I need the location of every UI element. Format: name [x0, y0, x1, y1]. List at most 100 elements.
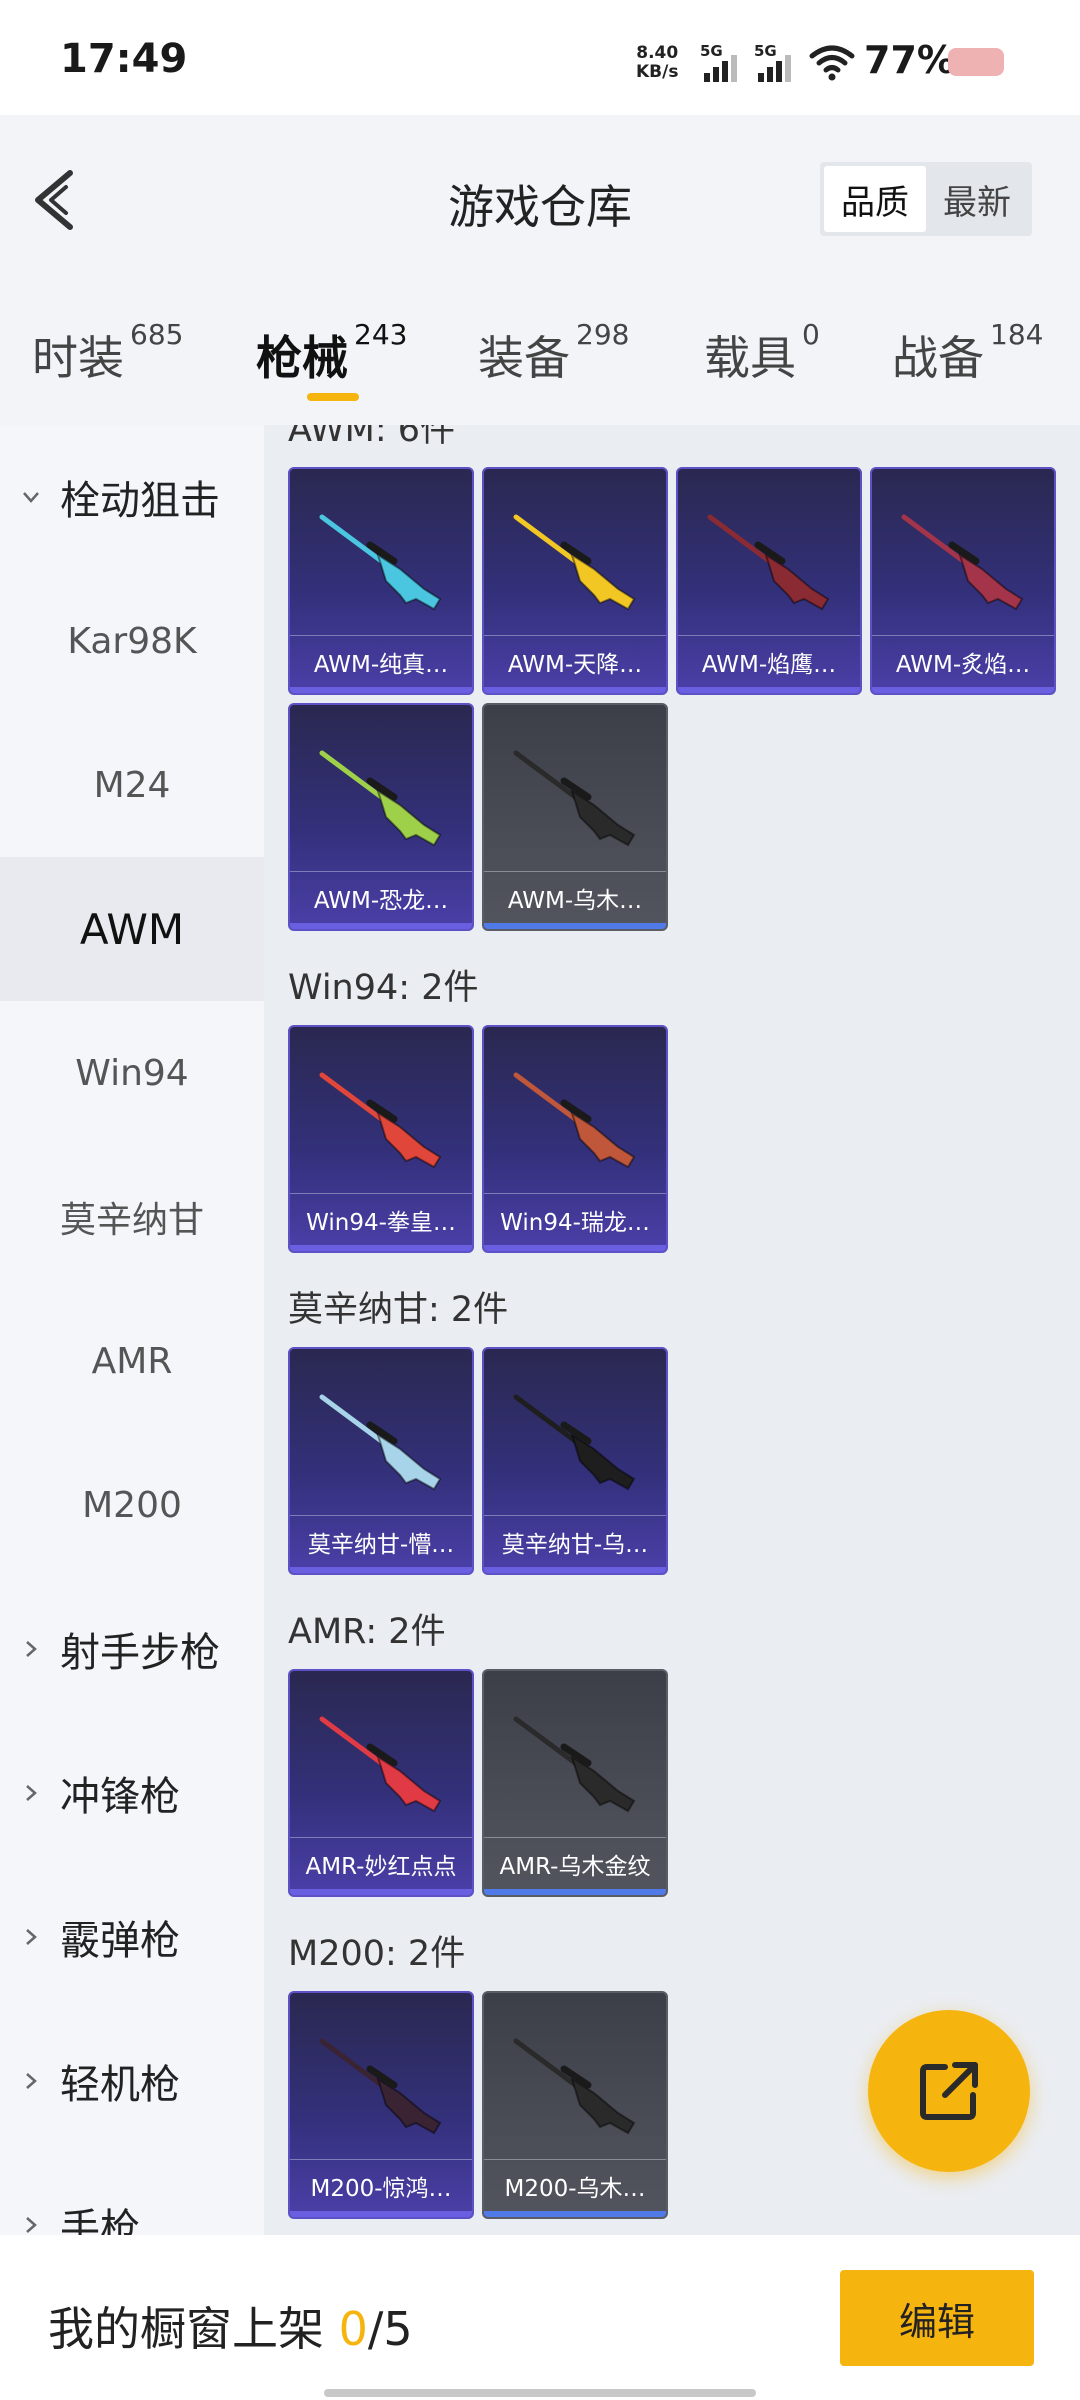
quality-bar: [484, 1889, 666, 1895]
battery-percent: 77%: [864, 38, 955, 82]
rifle-icon: [513, 2038, 636, 2135]
rifle-icon: [319, 1394, 442, 1491]
tab-guns[interactable]: 枪械 243: [256, 318, 407, 388]
battery-icon: [948, 48, 1004, 76]
item-name: AMR-妙红点点: [290, 1837, 472, 1889]
rifle-icon: [707, 514, 830, 611]
rifle-icon: [513, 1072, 636, 1169]
sidebar-category-dmr[interactable]: 射手步枪: [0, 1577, 264, 1721]
sidebar-item-m24[interactable]: M24: [0, 713, 264, 857]
quality-bar: [484, 687, 666, 693]
sidebar-category-pistol[interactable]: 手枪: [0, 2153, 264, 2235]
item-name: AWM-焰鹰…: [678, 635, 860, 687]
item-card[interactable]: AMR-妙红点点: [288, 1669, 474, 1897]
item-card[interactable]: 莫辛纳甘-懵…: [288, 1347, 474, 1575]
chevron-right-icon: [26, 2073, 37, 2089]
showcase-status: 我的橱窗上架 0/5: [48, 2302, 413, 2356]
chevron-right-icon: [26, 2217, 37, 2233]
tab-equipment[interactable]: 装备 298: [478, 318, 629, 388]
quality-bar: [484, 923, 666, 929]
share-external-icon: [920, 2062, 978, 2120]
quality-bar: [290, 2211, 472, 2217]
section-label: AWM: 6件: [288, 425, 456, 450]
tab-supplies[interactable]: 战备 184: [892, 318, 1043, 388]
rifle-icon: [513, 1394, 636, 1491]
tab-fashion[interactable]: 时装 685: [32, 318, 183, 388]
sidebar-item-mosin[interactable]: 莫辛纳甘: [0, 1145, 264, 1289]
sidebar-category-lmg[interactable]: 轻机枪: [0, 2009, 264, 2153]
item-name: Win94-拳皇…: [290, 1193, 472, 1245]
category-tabs: 时装 685 枪械 243 装备 298 载具 0 战备 184: [0, 280, 1080, 425]
item-name: Win94-瑞龙…: [484, 1193, 666, 1245]
rifle-icon: [319, 1716, 442, 1813]
item-name: 莫辛纳甘-懵…: [290, 1515, 472, 1567]
chevron-right-icon: [26, 1785, 37, 1801]
item-name: M200-乌木…: [484, 2159, 666, 2211]
sidebar-category-smg[interactable]: 冲锋枪: [0, 1721, 264, 1865]
item-card[interactable]: Win94-拳皇…: [288, 1025, 474, 1253]
sort-option-newest[interactable]: 最新: [926, 166, 1028, 232]
quality-bar: [290, 1567, 472, 1573]
edit-button[interactable]: 编辑: [840, 2270, 1034, 2366]
item-card[interactable]: AMR-乌木金纹: [482, 1669, 668, 1897]
rifle-icon: [319, 514, 442, 611]
item-name: 莫辛纳甘-乌…: [484, 1515, 666, 1567]
item-card[interactable]: AWM-焰鹰…: [676, 467, 862, 695]
share-button[interactable]: [868, 2010, 1030, 2172]
active-tab-indicator: [307, 393, 359, 401]
item-name: M200-惊鸿…: [290, 2159, 472, 2211]
sort-option-quality[interactable]: 品质: [824, 166, 926, 232]
sidebar-item-win94[interactable]: Win94: [0, 1001, 264, 1145]
section-label: M200: 2件: [288, 1934, 466, 1974]
rifle-icon: [513, 1716, 636, 1813]
status-time: 17:49: [60, 36, 188, 82]
item-name: AWM-炙焰…: [872, 635, 1054, 687]
section-label: Win94: 2件: [288, 968, 479, 1008]
item-name: AWM-纯真…: [290, 635, 472, 687]
quality-bar: [484, 2211, 666, 2217]
item-card[interactable]: AWM-乌木…: [482, 703, 668, 931]
rifle-icon: [513, 514, 636, 611]
quality-bar: [484, 1245, 666, 1251]
status-bar: 17:49 8.40 KB/s 5G 5G 77%: [0, 0, 1080, 115]
sort-toggle: 品质 最新: [820, 162, 1032, 236]
chevron-right-icon: [26, 1641, 37, 1657]
item-card[interactable]: M200-乌木…: [482, 1991, 668, 2219]
rifle-icon: [319, 750, 442, 847]
section-label: 莫辛纳甘: 2件: [288, 1290, 509, 1330]
sidebar-item-awm[interactable]: AWM: [0, 857, 264, 1001]
wifi-icon: [809, 45, 855, 81]
item-card[interactable]: AWM-纯真…: [288, 467, 474, 695]
chevron-down-icon: [23, 492, 39, 503]
sidebar-item-amr[interactable]: AMR: [0, 1289, 264, 1433]
showcase-footer: 我的橱窗上架 0/5 编辑: [0, 2235, 1080, 2400]
quality-bar: [290, 687, 472, 693]
header: 游戏仓库 品质 最新: [0, 115, 1080, 280]
item-name: AWM-天降…: [484, 635, 666, 687]
item-card[interactable]: Win94-瑞龙…: [482, 1025, 668, 1253]
item-grid: AWM: 6件 AWM-纯真… AWM-天降… AWM-焰鹰… AWM-炙焰… AWM-恐…: [264, 425, 1080, 2235]
item-card[interactable]: AWM-天降…: [482, 467, 668, 695]
item-name: AMR-乌木金纹: [484, 1837, 666, 1889]
section-label: AMR: 2件: [288, 1612, 446, 1652]
home-indicator: [324, 2389, 756, 2397]
sidebar-item-m200[interactable]: M200: [0, 1433, 264, 1577]
sidebar-category-shotgun[interactable]: 霰弹枪: [0, 1865, 264, 2009]
quality-bar: [290, 1245, 472, 1251]
rifle-icon: [319, 2038, 442, 2135]
item-name: AWM-乌木…: [484, 871, 666, 923]
sidebar-category-bolt-action[interactable]: 栓动狙击: [0, 425, 264, 569]
network-speed: 8.40 KB/s: [636, 43, 679, 82]
rifle-icon: [319, 1072, 442, 1169]
item-card[interactable]: AWM-炙焰…: [870, 467, 1056, 695]
sidebar-item-kar98k[interactable]: Kar98K: [0, 569, 264, 713]
item-card[interactable]: AWM-恐龙…: [288, 703, 474, 931]
item-card[interactable]: 莫辛纳甘-乌…: [482, 1347, 668, 1575]
signal-icon: 5G: [700, 42, 748, 82]
quality-bar: [484, 1567, 666, 1573]
signal-icon-2: 5G: [754, 42, 802, 82]
tab-vehicles[interactable]: 载具 0: [704, 318, 820, 388]
rifle-icon: [513, 750, 636, 847]
item-card[interactable]: M200-惊鸿…: [288, 1991, 474, 2219]
rifle-icon: [901, 514, 1024, 611]
